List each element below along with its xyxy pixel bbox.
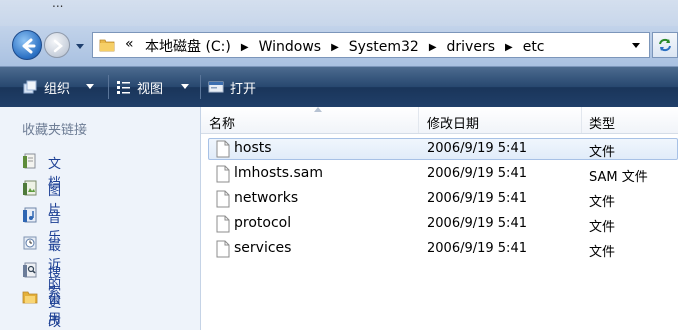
file-name: hosts xyxy=(234,140,272,156)
file-type: 文件 xyxy=(589,195,616,210)
toolbar-divider xyxy=(108,75,109,99)
column-header-date[interactable]: 修改日期 xyxy=(427,113,479,132)
file-type: 文件 xyxy=(589,245,616,260)
file-icon xyxy=(216,190,230,208)
open-label: 打开 xyxy=(230,82,257,97)
favorite-links-title: 收藏夹链接 xyxy=(22,123,88,138)
folder-icon xyxy=(99,39,115,52)
column-header-row: 名称 修改日期 类型 xyxy=(201,107,678,134)
recent-pages-dropdown-icon[interactable] xyxy=(74,40,86,52)
file-type: SAM 文件 xyxy=(589,170,648,185)
sidebar-item-label: 公用 xyxy=(48,293,62,327)
file-icon xyxy=(216,140,230,158)
views-icon xyxy=(117,81,130,94)
command-toolbar: 组织 视图 打开 xyxy=(0,66,678,107)
back-arrow-icon xyxy=(22,38,36,54)
breadcrumb-item[interactable]: Windows xyxy=(259,39,322,55)
file-icon xyxy=(216,165,230,183)
toolbar-divider xyxy=(200,75,201,99)
breadcrumb-item[interactable]: 本地磁盘 (C:) xyxy=(145,36,231,56)
breadcrumb-arrow-icon[interactable]: ▶ xyxy=(241,42,249,53)
breadcrumb-item[interactable]: etc xyxy=(523,39,545,55)
back-button[interactable] xyxy=(12,30,42,60)
file-date: 2006/9/19 5:41 xyxy=(427,141,527,156)
file-row[interactable]: hosts 2006/9/19 5:41 文件 xyxy=(208,137,678,161)
forward-arrow-icon xyxy=(53,39,63,53)
address-bar[interactable]: « 本地磁盘 (C:) ▶ Windows ▶ System32 ▶ drivers ▶ etc xyxy=(92,32,650,58)
refresh-icon xyxy=(659,38,671,52)
music-icon xyxy=(23,207,37,223)
file-name: services xyxy=(234,240,292,256)
sort-ascending-icon xyxy=(314,107,322,112)
documents-icon xyxy=(23,153,36,169)
file-row[interactable]: networks 2006/9/19 5:41 文件 xyxy=(208,187,678,211)
organize-menu-button[interactable]: 组织 xyxy=(22,78,102,97)
file-name: protocol xyxy=(234,215,292,231)
search-icon xyxy=(23,262,37,278)
column-header-type[interactable]: 类型 xyxy=(589,113,615,132)
column-divider[interactable] xyxy=(581,107,582,133)
file-icon xyxy=(216,240,230,258)
breadcrumb: 本地磁盘 (C:) ▶ Windows ▶ System32 ▶ drivers ▶ etc xyxy=(145,36,545,56)
file-row[interactable]: protocol 2006/9/19 5:41 文件 xyxy=(208,212,678,236)
organize-label: 组织 xyxy=(44,82,71,97)
public-folder-icon xyxy=(22,291,38,304)
breadcrumb-arrow-icon[interactable]: ▶ xyxy=(505,42,513,53)
address-dropdown-icon[interactable] xyxy=(631,41,641,49)
pictures-icon xyxy=(23,180,37,196)
refresh-button[interactable] xyxy=(652,32,678,58)
file-type: 文件 xyxy=(589,220,616,235)
chevron-down-icon xyxy=(86,84,94,89)
open-icon xyxy=(208,81,224,93)
open-button[interactable]: 打开 xyxy=(208,78,268,97)
breadcrumb-arrow-icon[interactable]: ▶ xyxy=(429,42,437,53)
file-date: 2006/9/19 5:41 xyxy=(427,191,527,206)
favorite-links-pane: 收藏夹链接 文档 图片 音乐 最近的更改 搜索 公用 xyxy=(0,107,201,330)
file-date: 2006/9/19 5:41 xyxy=(427,166,527,181)
file-row[interactable]: lmhosts.sam 2006/9/19 5:41 SAM 文件 xyxy=(208,162,678,186)
file-date: 2006/9/19 5:41 xyxy=(427,216,527,231)
recent-changes-icon xyxy=(23,236,37,250)
hidden-path-overflow[interactable]: « xyxy=(125,36,134,52)
navigation-bar: « 本地磁盘 (C:) ▶ Windows ▶ System32 ▶ drivers ▶ etc xyxy=(0,26,678,66)
file-name: networks xyxy=(234,190,299,206)
column-header-name[interactable]: 名称 xyxy=(209,113,235,132)
column-divider[interactable] xyxy=(418,107,419,133)
organize-icon xyxy=(23,80,37,94)
file-icon xyxy=(216,215,230,233)
file-row[interactable]: services 2006/9/19 5:41 文件 xyxy=(208,237,678,261)
window-title: ... xyxy=(52,0,64,10)
file-type: 文件 xyxy=(589,145,616,160)
file-date: 2006/9/19 5:41 xyxy=(427,241,527,256)
breadcrumb-item[interactable]: System32 xyxy=(349,39,419,55)
views-menu-button[interactable]: 视图 xyxy=(115,78,195,97)
chevron-down-icon xyxy=(181,84,189,89)
forward-button[interactable] xyxy=(44,32,70,58)
breadcrumb-arrow-icon[interactable]: ▶ xyxy=(331,42,339,53)
file-name: lmhosts.sam xyxy=(234,165,324,181)
views-label: 视图 xyxy=(137,82,164,97)
breadcrumb-item[interactable]: drivers xyxy=(447,39,495,55)
